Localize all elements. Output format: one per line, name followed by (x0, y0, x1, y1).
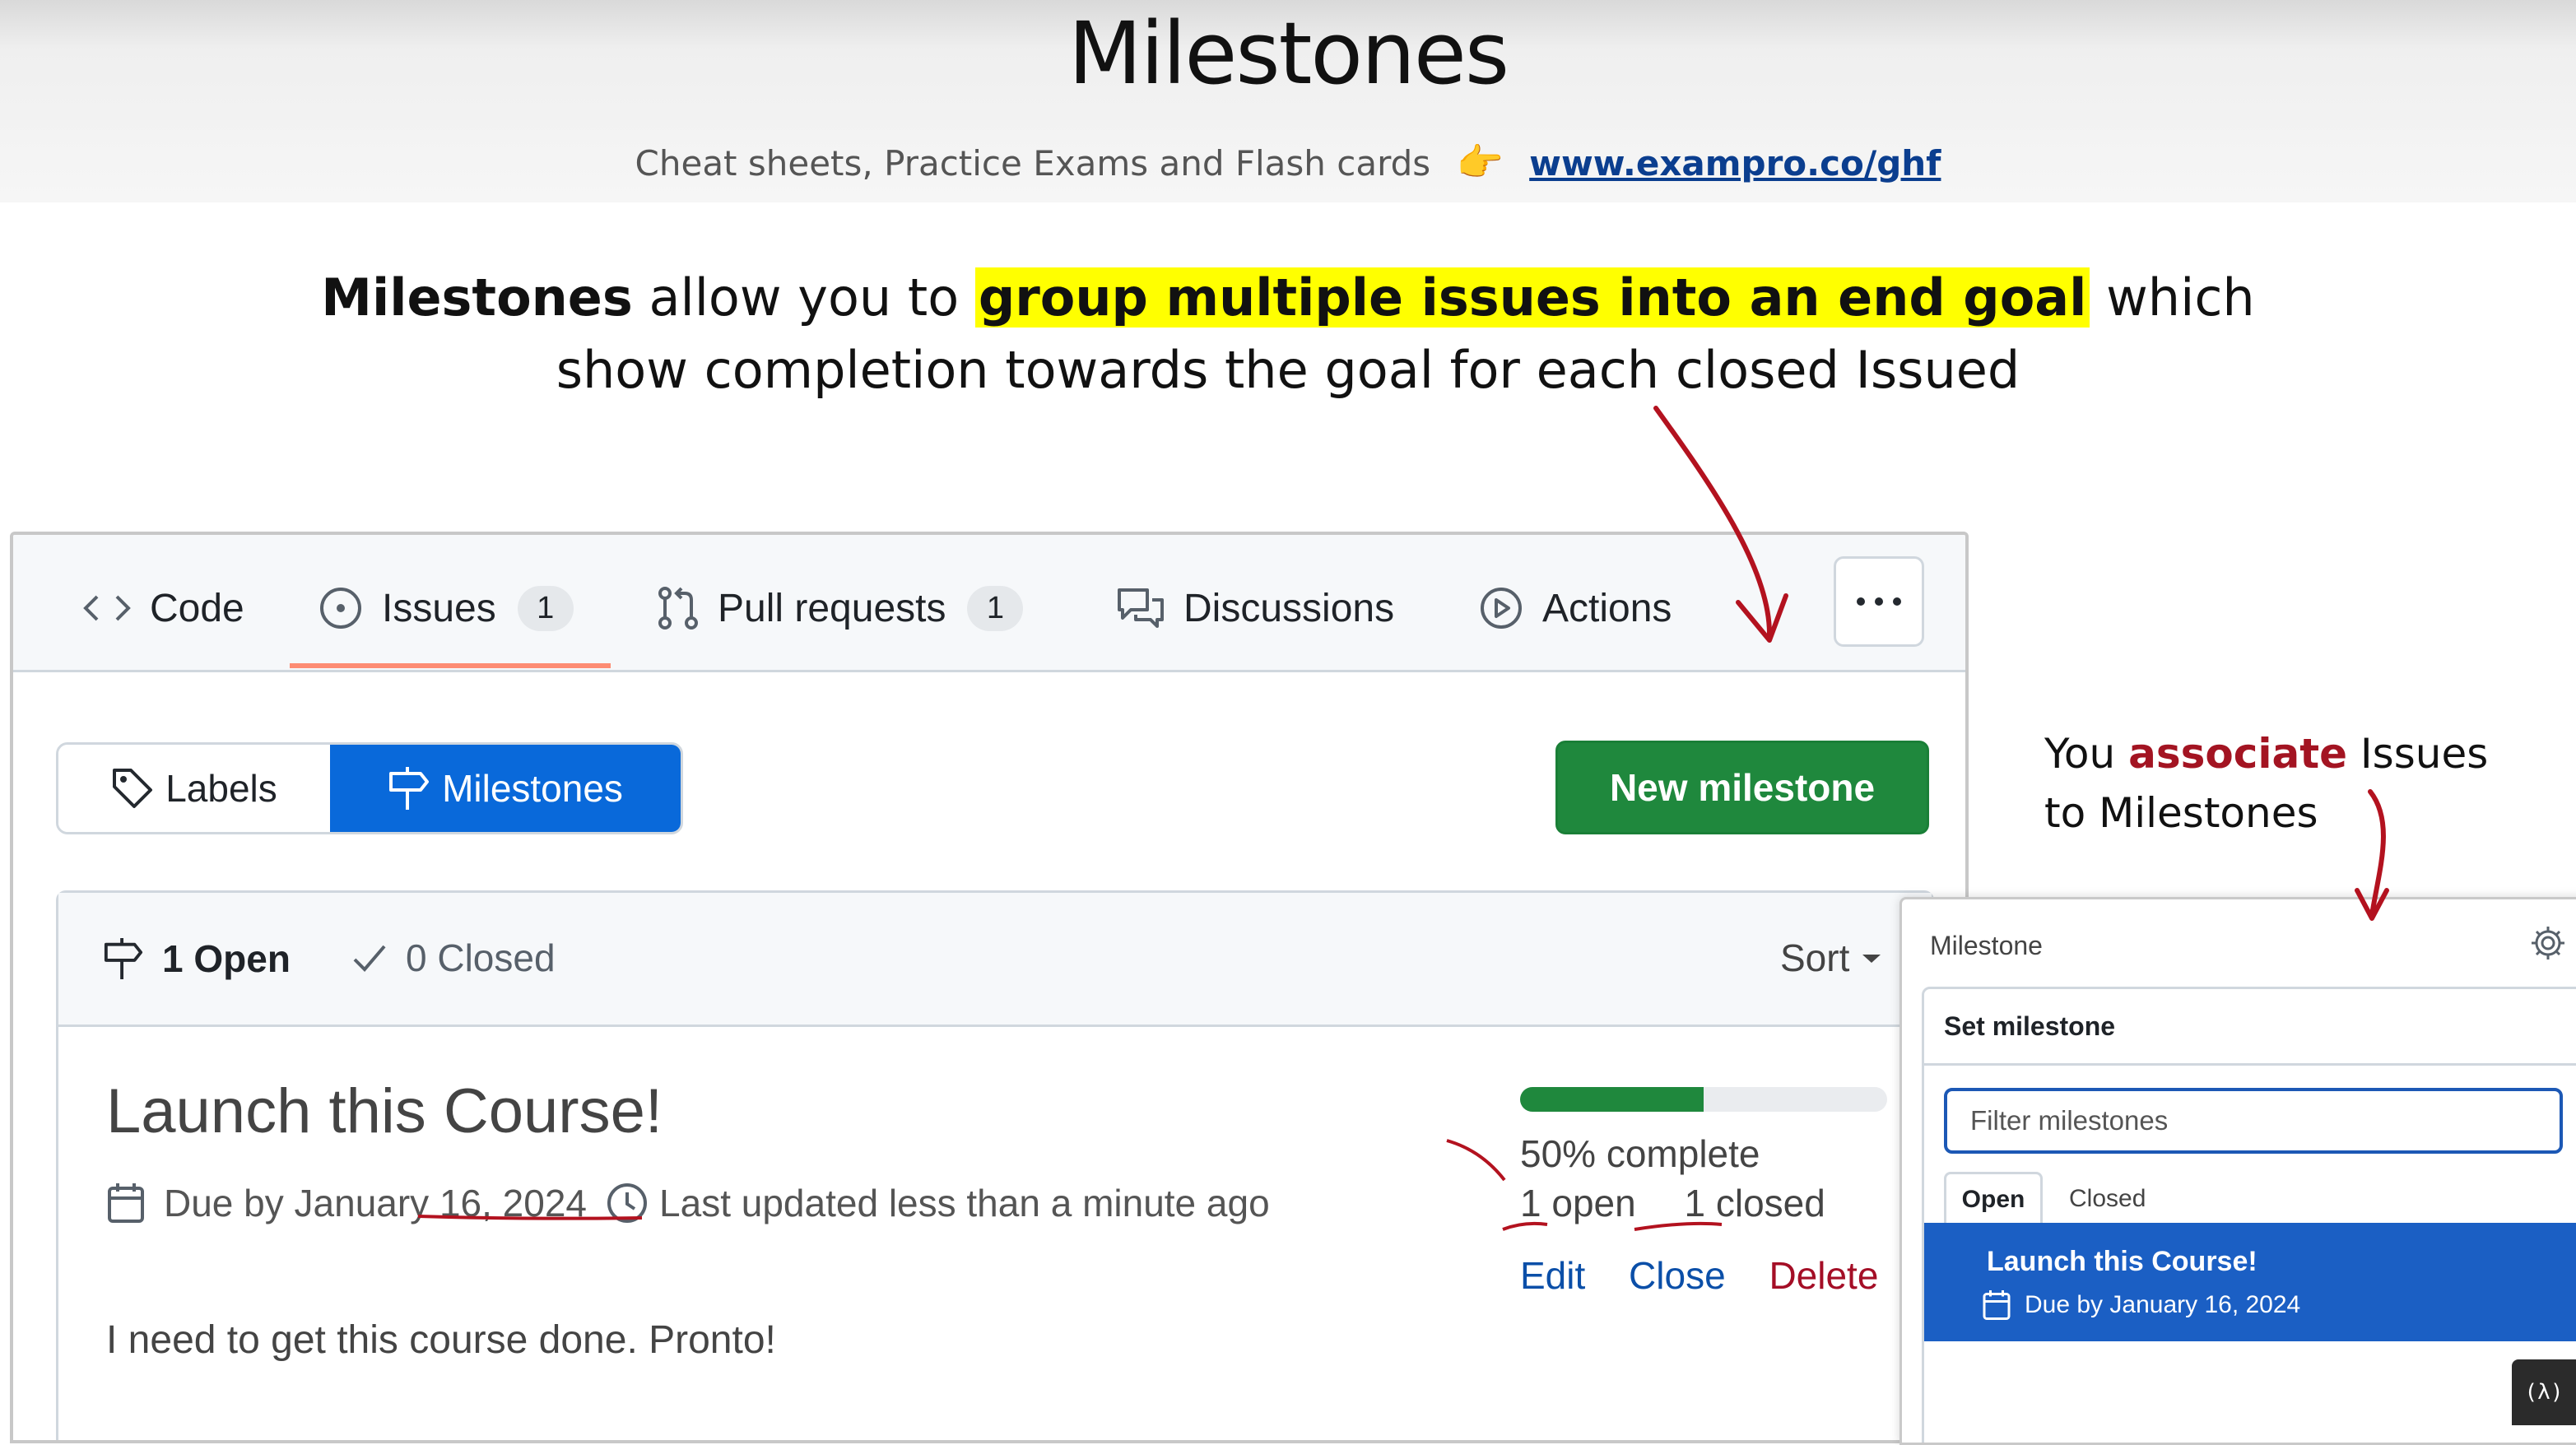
lead-highlight: group multiple issues into an end goal (974, 267, 2090, 328)
tab-discussions[interactable]: Discussions (1116, 579, 1394, 637)
lead-text: Milestones allow you to group multiple i… (0, 262, 2576, 407)
tab-pull-requests[interactable]: Pull requests 1 (657, 579, 1024, 637)
milestone-meta: Due by January 16, 2024 Last updated les… (106, 1181, 1270, 1225)
channel-badge-icon: (λ) (2512, 1359, 2576, 1425)
pull-request-icon (658, 587, 698, 630)
close-link[interactable]: Close (1629, 1254, 1726, 1297)
subtitle-text: Cheat sheets, Practice Exams and Flash c… (635, 143, 1431, 184)
github-panel: Code Issues 1 Pull requests 1 Discussion… (10, 532, 1969, 1443)
open-issues-stat: 1 open (1520, 1182, 1636, 1224)
labels-milestones-toggle: Labels Milestones (56, 742, 683, 834)
sort-dropdown[interactable]: Sort (1780, 936, 1902, 980)
associate-note: You associate Issues to Milestones (2044, 724, 2488, 843)
tab-actions[interactable]: Actions (1478, 579, 1672, 637)
gear-icon[interactable] (2529, 924, 2567, 962)
assoc-pre: You (2044, 730, 2129, 778)
open-filter[interactable]: 1 Open (103, 936, 291, 982)
set-milestone-title: Set milestone (1924, 989, 2576, 1066)
exampro-link[interactable]: www.exampro.co/ghf (1529, 143, 1941, 184)
issue-icon (320, 588, 361, 629)
tab-issues[interactable]: Issues 1 (318, 579, 574, 637)
issues-count: 1 (517, 585, 574, 631)
actions-icon (1481, 588, 1522, 629)
closed-issues-stat: 1 closed (1684, 1182, 1825, 1224)
calendar-icon (108, 1183, 144, 1223)
check-icon (353, 945, 386, 972)
assoc-post: Issues (2347, 730, 2489, 778)
new-milestone-button[interactable]: New milestone (1555, 741, 1929, 834)
milestone-list: 1 Open 0 Closed Sort Launch this Course!… (56, 890, 1934, 1440)
milestones-button[interactable]: Milestones (330, 745, 681, 832)
milestone-list-header: 1 Open 0 Closed Sort (58, 893, 1932, 1027)
milestone-option[interactable]: Launch this Course! Due by January 16, 2… (1924, 1223, 2576, 1341)
milestone-title[interactable]: Launch this Course! (106, 1076, 663, 1147)
tab-issues-label: Issues (382, 586, 496, 630)
delete-link[interactable]: Delete (1769, 1254, 1878, 1297)
issue-stats: 1 open 1 closed (1520, 1181, 1863, 1225)
filter-milestones-input[interactable]: Filter milestones (1944, 1088, 2563, 1154)
discussions-icon (1118, 588, 1164, 628)
tab-discussions-label: Discussions (1183, 586, 1395, 630)
code-icon (83, 595, 131, 621)
lead-line-2: show completion towards the goal for eac… (556, 340, 2020, 400)
option-title: Launch this Course! (1987, 1246, 2257, 1277)
open-count: 1 Open (162, 937, 291, 980)
milestone-updated: Last updated less than a minute ago (659, 1182, 1270, 1224)
set-milestone-dropdown: Set milestone Filter milestones Open Clo… (1922, 987, 2576, 1443)
lead-text-1: allow you to (632, 267, 975, 328)
tab-actions-label: Actions (1542, 586, 1672, 630)
slide-title: Milestones (1067, 3, 1509, 104)
calendar-icon (1983, 1290, 2011, 1320)
repo-tabs: Code Issues 1 Pull requests 1 Discussion… (13, 535, 1965, 672)
percent-complete: 50% complete (1520, 1132, 1760, 1175)
milestones-label: Milestones (442, 767, 623, 810)
lead-bold: Milestones (321, 267, 633, 328)
option-due-text: Due by January 16, 2024 (2025, 1291, 2301, 1318)
milestone-icon (104, 938, 143, 979)
edit-link[interactable]: Edit (1520, 1254, 1585, 1297)
pull-requests-count: 1 (967, 585, 1024, 631)
milestone-progress-bar (1520, 1087, 1887, 1112)
caret-down-icon (1862, 955, 1881, 963)
dropdown-tab-open[interactable]: Open (1944, 1172, 2043, 1225)
clock-icon (607, 1183, 648, 1223)
milestone-description: I need to get this course done. Pronto! (106, 1318, 776, 1362)
pointing-hand-icon: 👉 (1456, 140, 1504, 184)
milestone-sidebar: Milestone Set milestone Filter milestone… (1899, 897, 2576, 1445)
lead-text-2: which (2090, 267, 2255, 328)
closed-filter[interactable]: 0 Closed (351, 936, 556, 980)
sidebar-milestone-label: Milestone (1930, 931, 2043, 960)
milestone-actions: Edit Close Delete (1520, 1253, 1878, 1298)
kebab-horizontal-icon (1857, 597, 1901, 606)
assoc-bold: associate (2128, 730, 2348, 778)
assoc-line-2: to Milestones (2044, 789, 2318, 837)
more-tabs-button[interactable] (1834, 556, 1924, 647)
progress-fill (1520, 1087, 1704, 1112)
milestone-due: Due by January 16, 2024 (164, 1182, 588, 1224)
labels-label: Labels (165, 767, 277, 810)
tag-icon (113, 769, 153, 808)
tab-code-label: Code (150, 586, 244, 630)
slide-header: Milestones Cheat sheets, Practice Exams … (0, 0, 2576, 202)
active-tab-underline (290, 663, 611, 668)
tab-code[interactable]: Code (82, 579, 244, 637)
tab-pull-requests-label: Pull requests (718, 586, 946, 630)
milestone-icon (389, 767, 430, 810)
slide-subtitle: Cheat sheets, Practice Exams and Flash c… (0, 140, 2576, 185)
labels-button[interactable]: Labels (58, 745, 330, 832)
closed-count: 0 Closed (406, 936, 556, 979)
dropdown-tab-closed[interactable]: Closed (2069, 1185, 2146, 1213)
option-due: Due by January 16, 2024 (1983, 1289, 2301, 1322)
sort-label: Sort (1780, 936, 1850, 979)
